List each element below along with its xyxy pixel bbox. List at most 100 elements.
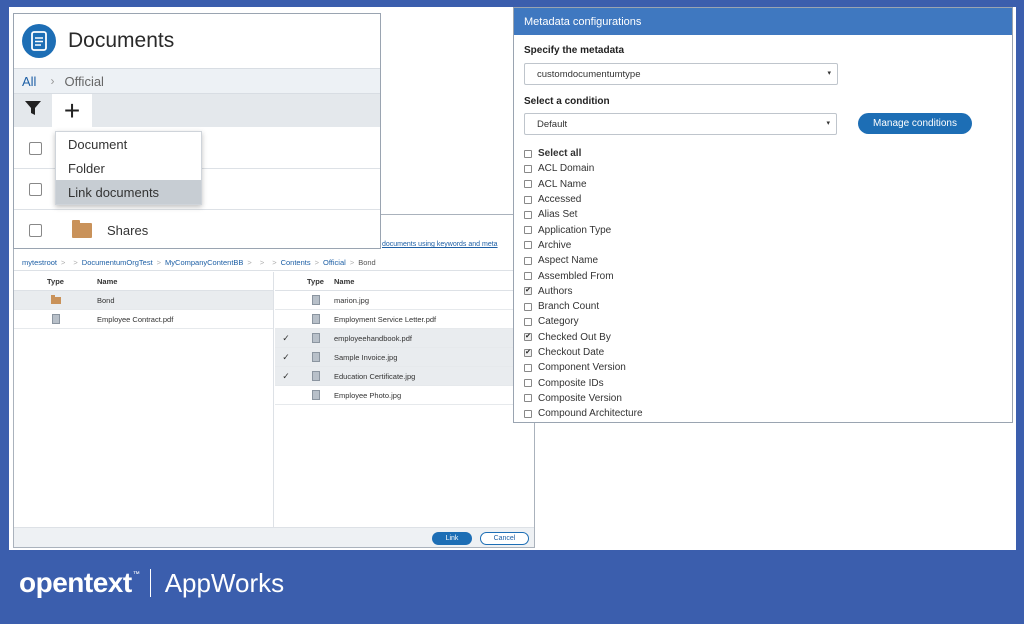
attribute-checkbox[interactable]: ✔ Checkout Date bbox=[524, 345, 994, 360]
attribute-checkbox[interactable]: Category bbox=[524, 314, 994, 329]
menu-item-link-documents[interactable]: Link documents bbox=[56, 180, 201, 204]
attribute-label: Checked Out By bbox=[538, 331, 611, 343]
checkbox[interactable] bbox=[524, 241, 532, 250]
type-cell bbox=[297, 333, 334, 343]
documents-toolbar: + bbox=[14, 94, 380, 127]
breadcrumb-item[interactable]: Official bbox=[323, 258, 346, 267]
row-name: Employment Service Letter.pdf bbox=[334, 314, 437, 324]
cancel-button[interactable]: Cancel bbox=[480, 532, 529, 545]
breadcrumb-separator: > bbox=[272, 258, 277, 267]
folder-row[interactable]: Bond bbox=[14, 291, 273, 310]
attribute-label: Composite Version bbox=[538, 392, 622, 404]
chevron-down-icon: ▾ bbox=[827, 70, 831, 77]
checkbox[interactable] bbox=[524, 363, 532, 372]
file-icon bbox=[51, 314, 60, 324]
checkbox[interactable] bbox=[524, 302, 532, 311]
select-all-checkbox[interactable]: Select all bbox=[524, 146, 994, 161]
row-name: Education Certificate.jpg bbox=[334, 371, 416, 381]
checkbox[interactable] bbox=[524, 272, 532, 281]
attribute-label: Application Type bbox=[538, 224, 612, 236]
attribute-checkbox[interactable]: Archive bbox=[524, 238, 994, 253]
type-cell bbox=[297, 371, 334, 381]
checkbox[interactable] bbox=[524, 394, 532, 403]
file-row[interactable]: Employee Photo.jpg bbox=[275, 386, 534, 405]
attribute-label: Component Version bbox=[538, 362, 626, 374]
search-link[interactable]: documents using keywords and meta bbox=[382, 241, 498, 248]
attribute-checkbox[interactable]: ACL Name bbox=[524, 177, 994, 192]
metadata-title: Metadata configurations bbox=[514, 8, 1012, 35]
breadcrumb-item[interactable]: mytestroot bbox=[22, 258, 57, 267]
breadcrumb-item[interactable]: MyCompanyContentBB bbox=[165, 258, 243, 267]
checked-checkbox[interactable]: ✔ bbox=[524, 287, 532, 296]
check-icon[interactable]: ✓ bbox=[275, 352, 297, 363]
attribute-checkbox[interactable]: Aspect Name bbox=[524, 253, 994, 268]
attribute-checkbox[interactable]: Application Type bbox=[524, 222, 994, 237]
check-icon[interactable]: ✓ bbox=[275, 333, 297, 344]
opentext-logo: opentext bbox=[19, 567, 132, 598]
row-name: marion.jpg bbox=[334, 295, 370, 305]
checkbox[interactable] bbox=[524, 164, 532, 173]
checkbox[interactable] bbox=[524, 409, 532, 418]
checkbox[interactable] bbox=[524, 226, 532, 235]
attribute-checkbox[interactable]: Compound Architecture bbox=[524, 406, 994, 421]
checked-checkbox[interactable]: ✔ bbox=[524, 348, 532, 357]
breadcrumb-separator: > bbox=[314, 258, 320, 267]
document-app-icon bbox=[22, 24, 56, 58]
attribute-label: Assembled From bbox=[538, 270, 614, 282]
type-cell bbox=[297, 352, 334, 362]
row-name: employeehandbook.pdf bbox=[334, 333, 412, 343]
filter-icon[interactable] bbox=[24, 99, 42, 122]
breadcrumb-item[interactable]: Contents bbox=[281, 258, 311, 267]
row-checkbox[interactable] bbox=[29, 141, 42, 155]
check-icon[interactable]: ✓ bbox=[275, 371, 297, 382]
attribute-checkbox[interactable]: Alias Set bbox=[524, 207, 994, 222]
file-row[interactable]: marion.jpg bbox=[275, 291, 534, 310]
attribute-label: Branch Count bbox=[538, 301, 600, 313]
checkbox[interactable] bbox=[524, 149, 532, 158]
manage-conditions-button[interactable]: Manage conditions bbox=[858, 113, 972, 134]
attribute-checkbox[interactable]: ACL Domain bbox=[524, 161, 994, 176]
attribute-checkbox[interactable]: Composite Version bbox=[524, 391, 994, 406]
checkbox[interactable] bbox=[524, 379, 532, 388]
attribute-checkbox[interactable]: ✔ Authors bbox=[524, 284, 994, 299]
attribute-checkbox[interactable]: Branch Count bbox=[524, 299, 994, 314]
checkbox[interactable] bbox=[524, 317, 532, 326]
file-row[interactable]: ✓ Sample Invoice.jpg bbox=[275, 348, 534, 367]
link-button[interactable]: Link bbox=[432, 532, 472, 545]
file-row[interactable]: Employee Contract.pdf bbox=[14, 310, 273, 329]
attribute-checkbox[interactable]: Accessed bbox=[524, 192, 994, 207]
checkbox[interactable] bbox=[524, 180, 532, 189]
documents-header: Documents bbox=[14, 14, 380, 68]
attribute-label: Category bbox=[538, 316, 579, 328]
checked-checkbox[interactable]: ✔ bbox=[524, 333, 532, 342]
add-button[interactable]: + bbox=[52, 94, 92, 127]
attribute-checkbox[interactable]: ✔ Checked Out By bbox=[524, 330, 994, 345]
condition-label: Select a condition bbox=[524, 96, 610, 107]
list-row-shares[interactable]: Shares bbox=[14, 210, 380, 251]
file-row[interactable]: Employment Service Letter.pdf bbox=[275, 310, 534, 329]
brand-footer: opentext ™ AppWorks bbox=[19, 567, 284, 599]
folder-icon bbox=[72, 220, 92, 238]
row-checkbox[interactable] bbox=[29, 182, 42, 196]
condition-select[interactable]: Default ▾ bbox=[524, 113, 837, 135]
dialog-breadcrumb: mytestroot > > DocumentumOrgTest > MyCompanyC… bbox=[14, 255, 534, 271]
type-cell bbox=[14, 314, 97, 324]
metadata-panel: Metadata configurations Specify the meta… bbox=[513, 7, 1013, 423]
checkbox[interactable] bbox=[524, 195, 532, 204]
attribute-checkbox[interactable]: Assembled From bbox=[524, 268, 994, 283]
checkbox[interactable] bbox=[524, 256, 532, 265]
breadcrumb-item[interactable]: DocumentumOrgTest bbox=[82, 258, 153, 267]
attribute-checkbox[interactable]: Component Version bbox=[524, 360, 994, 375]
attribute-checkbox[interactable]: Composite IDs bbox=[524, 375, 994, 390]
file-row[interactable]: ✓ employeehandbook.pdf bbox=[275, 329, 534, 348]
row-checkbox[interactable] bbox=[29, 224, 42, 237]
attribute-label: Aspect Name bbox=[538, 255, 599, 267]
menu-item-folder[interactable]: Folder bbox=[56, 156, 201, 180]
breadcrumb-all[interactable]: All bbox=[22, 74, 36, 89]
folder-pane: Type Name Bond Employee Contract.pdf bbox=[14, 272, 274, 527]
file-row[interactable]: ✓ Education Certificate.jpg bbox=[275, 367, 534, 386]
metadata-select[interactable]: customdocumentumtype ▾ bbox=[524, 63, 838, 85]
checkbox[interactable] bbox=[524, 210, 532, 219]
menu-item-document[interactable]: Document bbox=[56, 132, 201, 156]
breadcrumb-separator: > bbox=[73, 258, 78, 267]
